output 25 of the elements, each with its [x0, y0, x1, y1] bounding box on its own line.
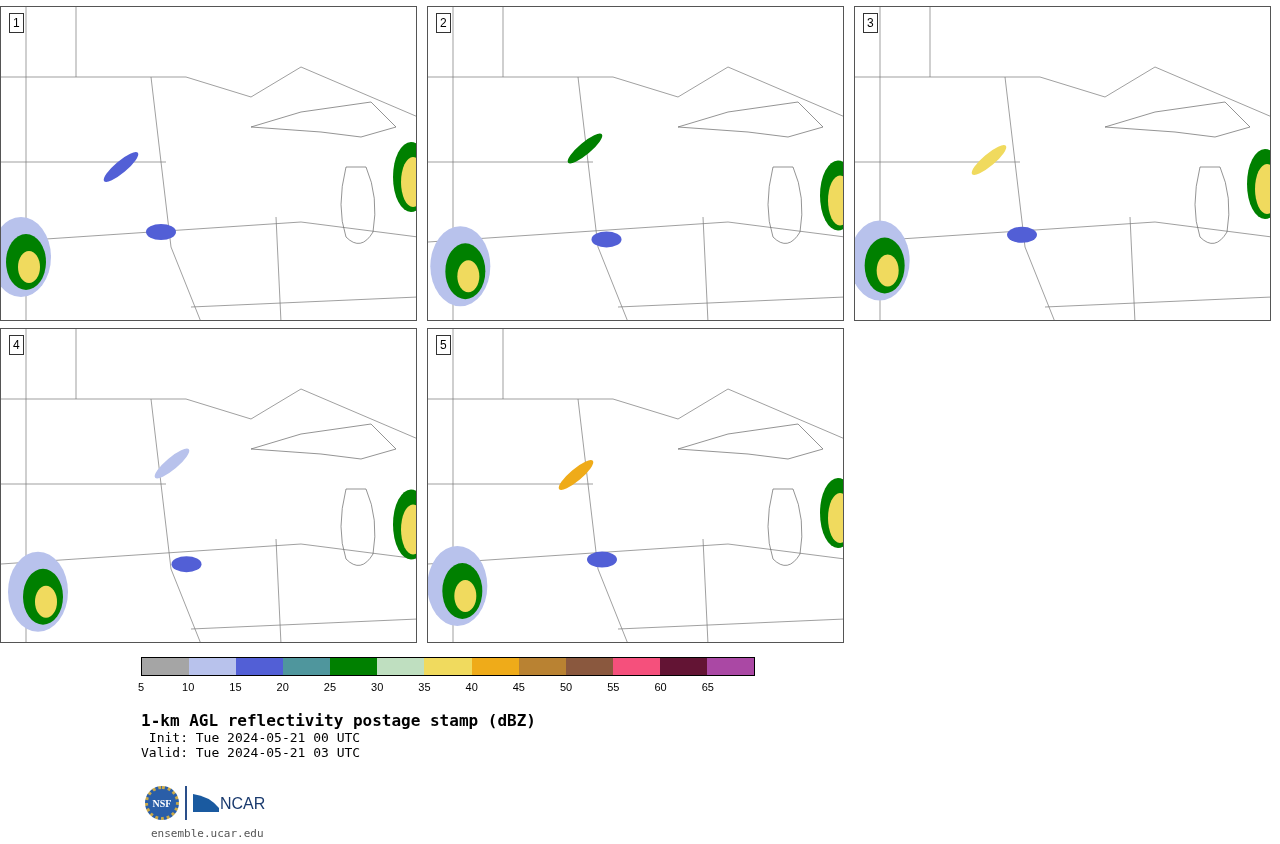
tick-label: 30 — [371, 680, 384, 694]
ncar-logo-icon — [193, 794, 219, 812]
init-time: Init: Tue 2024-05-21 00 UTC — [147, 730, 362, 745]
tick-label: 40 — [465, 680, 478, 694]
chart-title: 1-km AGL reflectivity postage stamp (dBZ) — [141, 712, 537, 730]
website-url: ensemble.ucar.edu — [151, 826, 265, 842]
tick-label: 50 — [560, 680, 573, 694]
ncar-logo: NCAR — [220, 796, 266, 812]
panel-number: 1 — [9, 13, 24, 33]
tick-label: 35 — [418, 680, 431, 694]
tick-label: 65 — [701, 680, 714, 694]
nsf-logo: NSF — [145, 786, 179, 820]
tick-label: 55 — [607, 680, 620, 694]
tick-label: 5 — [137, 680, 145, 694]
panel-number: 5 — [436, 335, 451, 355]
tick-label: 45 — [512, 680, 525, 694]
valid-time: Valid: Tue 2024-05-21 03 UTC — [141, 745, 362, 760]
tick-label: 20 — [276, 680, 289, 694]
panel-number: 2 — [436, 13, 451, 33]
panel-number: 3 — [863, 13, 878, 33]
tick-label: 10 — [182, 680, 195, 694]
tick-label: 15 — [229, 680, 242, 694]
tick-label: 60 — [654, 680, 667, 694]
tick-label: 25 — [323, 680, 337, 694]
panel-number: 4 — [9, 335, 24, 355]
